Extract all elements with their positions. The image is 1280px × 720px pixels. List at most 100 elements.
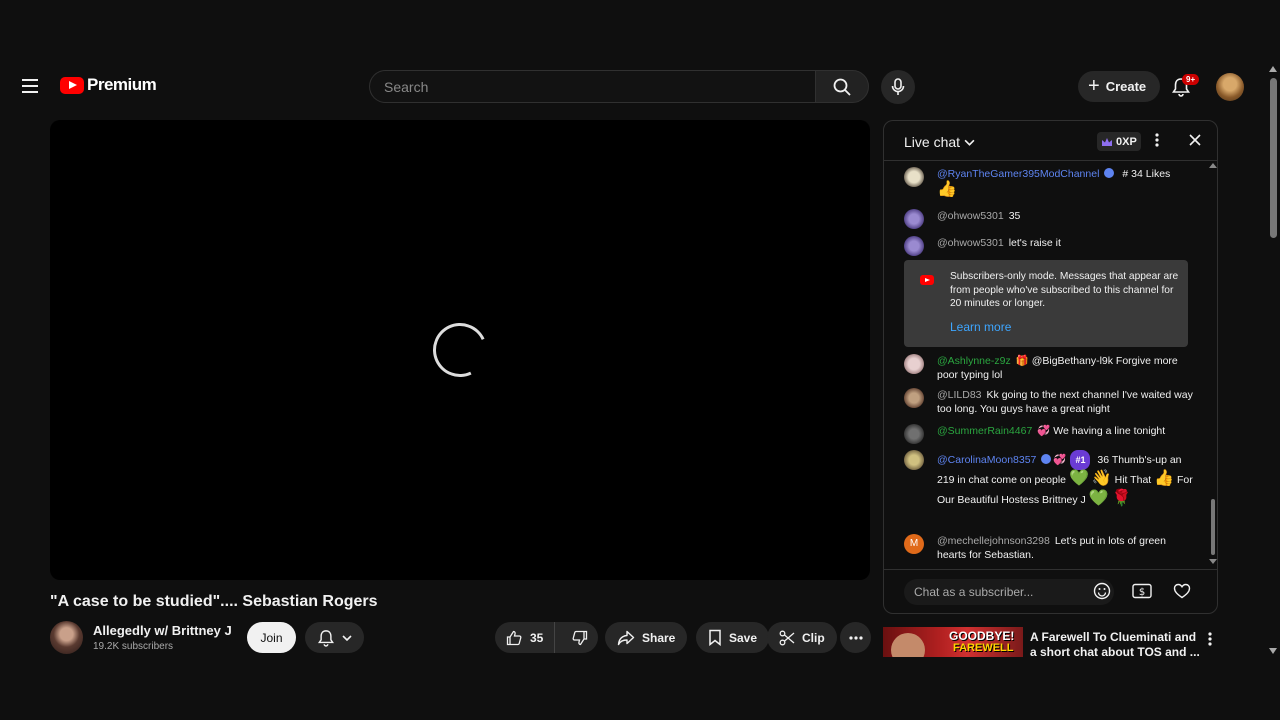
moderator-wrench-icon [1104,168,1115,178]
thumbs-up-emoji-icon: 👍 [937,181,957,198]
chevron-down-icon [964,139,975,146]
thumbnail-face [891,633,925,657]
thumbnail-text: FAREWELL [953,642,1014,654]
like-dislike-group: 35 [495,622,598,653]
chat-input[interactable]: Chat as a subscriber... [904,579,1114,605]
subscribers-only-notice: Subscribers-only mode. Messages that app… [904,260,1188,347]
show-appreciation-button[interactable] [1171,580,1193,602]
chat-author[interactable]: @mechellejohnson3298 [937,535,1050,547]
clip-label: Clip [802,630,825,645]
bell-icon [317,629,334,647]
chat-text: 35 [1008,210,1021,222]
chat-more-options-button[interactable] [1155,132,1159,148]
create-label: Create [1105,79,1147,94]
more-horizontal-icon [848,635,863,640]
page-scroll-up-arrow[interactable] [1269,66,1277,72]
chat-avatar [904,209,924,229]
like-button[interactable]: 35 [495,622,555,653]
close-chat-button[interactable] [1187,132,1203,148]
live-chat-title: Live chat [904,134,961,150]
emoji-picker-button[interactable] [1091,580,1113,602]
search-icon [833,78,851,96]
voice-search-button[interactable] [881,70,915,104]
microphone-icon [891,78,905,95]
chat-author[interactable]: @SummerRain4467 [937,425,1032,437]
subscriber-count: 19.2K subscribers [93,641,174,652]
more-actions-button[interactable] [840,622,871,653]
recommended-title[interactable]: A Farewell To Clueminati and a short cha… [1030,630,1200,657]
chat-scroll-down-arrow[interactable] [1209,559,1217,564]
channel-name[interactable]: Allegedly w/ Brittney J [93,623,232,638]
chat-message: @LILD83 Kk going to the next channel I've… [904,388,1194,416]
rose-emoji-icon: 🌹 [1111,490,1132,507]
page-scrollbar-thumb[interactable] [1270,78,1277,238]
live-chat-mode-dropdown[interactable]: Live chat [904,134,975,150]
chat-avatar [904,450,924,470]
share-button[interactable]: Share [605,622,688,653]
chat-author[interactable]: @ohwow5301 [937,237,1004,249]
clip-button[interactable]: Clip [767,622,837,653]
recommended-video[interactable]: GOODBYE! FAREWELL A Farewell To Cluemina… [883,627,1218,657]
notification-count-badge: 9+ [1182,74,1200,85]
join-button[interactable]: Join [247,622,296,653]
channel-avatar[interactable] [50,621,83,654]
chat-author[interactable]: @LILD83 [937,389,982,401]
search-box[interactable] [369,70,816,103]
chat-scrollbar-thumb[interactable] [1211,499,1215,555]
chat-message: @SummerRain4467 💞 We having a line tonigh… [904,424,1194,444]
search-input[interactable] [384,78,816,95]
svg-text:$: $ [1139,587,1145,598]
chat-avatar [904,167,924,187]
chat-author[interactable]: @CarolinaMoon8357 [937,454,1036,466]
live-chat-panel: Live chat 0XP @RyanTheGamer395ModChannel… [883,120,1218,614]
green-heart-emoji-icon: 💚 [1068,470,1089,487]
chat-text: We having a line tonight [1053,425,1166,437]
verified-icon [1041,454,1052,464]
chat-author[interactable]: @RyanTheGamer395ModChannel [937,168,1099,180]
search-button[interactable] [815,70,869,103]
xp-badge[interactable]: 0XP [1097,132,1141,151]
menu-icon[interactable] [20,76,40,96]
chat-text: # 34 Likes [1122,168,1171,180]
chat-scroll-up-arrow[interactable] [1209,163,1217,168]
chat-message: @Ashlynne-z9z 🎁 @BigBethany-l9k Forgive m… [904,354,1194,382]
xp-label: 0XP [1116,135,1137,148]
close-icon [1189,134,1201,146]
live-chat-header: Live chat 0XP [884,121,1217,161]
subscription-notifications-button[interactable] [305,622,364,653]
youtube-logo-icon [920,275,934,285]
chat-text: Hit That [1114,474,1152,486]
chat-text: let's raise it [1008,237,1061,249]
masthead: Premium + Create 9+ [0,66,1280,106]
member-badge-icon: 💞 [1053,454,1067,466]
chat-author[interactable]: @Ashlynne-z9z [937,355,1011,367]
super-chat-button[interactable]: $ [1131,580,1153,602]
video-player[interactable] [50,120,870,580]
rank-badge: #1 [1070,450,1091,470]
crown-icon [1102,137,1112,146]
page-scroll-down-arrow[interactable] [1269,648,1277,654]
create-button[interactable]: + Create [1078,71,1161,102]
dislike-button[interactable] [562,630,598,646]
chevron-down-icon [341,634,352,641]
chat-author[interactable]: @ohwow5301 [937,210,1004,222]
chat-avatar [904,354,924,374]
thumbs-down-icon [572,630,588,645]
notice-text: Subscribers-only mode. Messages that app… [950,271,1179,309]
share-icon [617,630,635,645]
thumbs-up-emoji-icon: 👍 [1154,470,1175,487]
save-label: Save [729,630,758,645]
youtube-premium-logo[interactable]: Premium [60,75,157,95]
save-button[interactable]: Save [696,622,770,653]
logo-text: Premium [87,75,157,94]
recommended-thumbnail[interactable]: GOODBYE! FAREWELL [883,627,1023,657]
like-count: 35 [530,630,544,645]
learn-more-link[interactable]: Learn more [950,320,1011,334]
account-avatar[interactable] [1216,73,1244,101]
recommended-more-button[interactable] [1208,631,1212,647]
loading-spinner [425,315,495,385]
youtube-logo-icon [60,76,84,94]
video-title: "A case to be studied".... Sebastian Rog… [50,593,378,610]
plus-icon: + [1088,74,1100,97]
chat-message: @CarolinaMoon8357 💞 #1 36 Thumb's-up an 21… [904,450,1194,510]
